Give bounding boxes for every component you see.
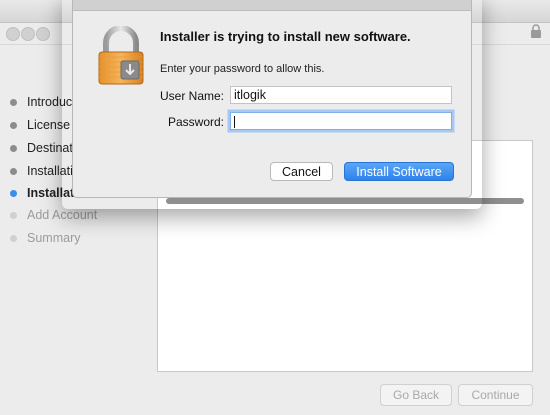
step-summary: Summary (10, 228, 80, 248)
zoom-window-button[interactable] (36, 27, 50, 41)
close-window-button[interactable] (6, 27, 20, 41)
install-software-button[interactable]: Install Software (344, 162, 454, 181)
password-label: Password: (167, 115, 224, 129)
username-label: User Name: (159, 89, 224, 103)
cancel-button[interactable]: Cancel (270, 162, 333, 181)
continue-button[interactable]: Continue (458, 384, 533, 406)
padlock-icon (98, 26, 144, 85)
password-field[interactable] (230, 112, 452, 130)
dialog-message: Enter your password to allow this. (160, 63, 325, 75)
step-bullet (10, 144, 17, 152)
lock-icon (531, 24, 541, 38)
minimize-window-button[interactable] (21, 27, 35, 41)
step-bullet-active (10, 189, 17, 197)
go-back-button[interactable]: Go Back (380, 384, 452, 406)
text-caret (234, 116, 235, 128)
step-bullet (10, 98, 17, 106)
step-bullet (10, 234, 17, 242)
auth-dialog: Installer is trying to install new softw… (72, 0, 472, 198)
step-bullet (10, 167, 17, 175)
username-field[interactable]: itlogik (230, 86, 452, 104)
step-bullet (10, 211, 17, 219)
dialog-title: Installer is trying to install new softw… (160, 29, 411, 44)
step-bullet (10, 121, 17, 129)
